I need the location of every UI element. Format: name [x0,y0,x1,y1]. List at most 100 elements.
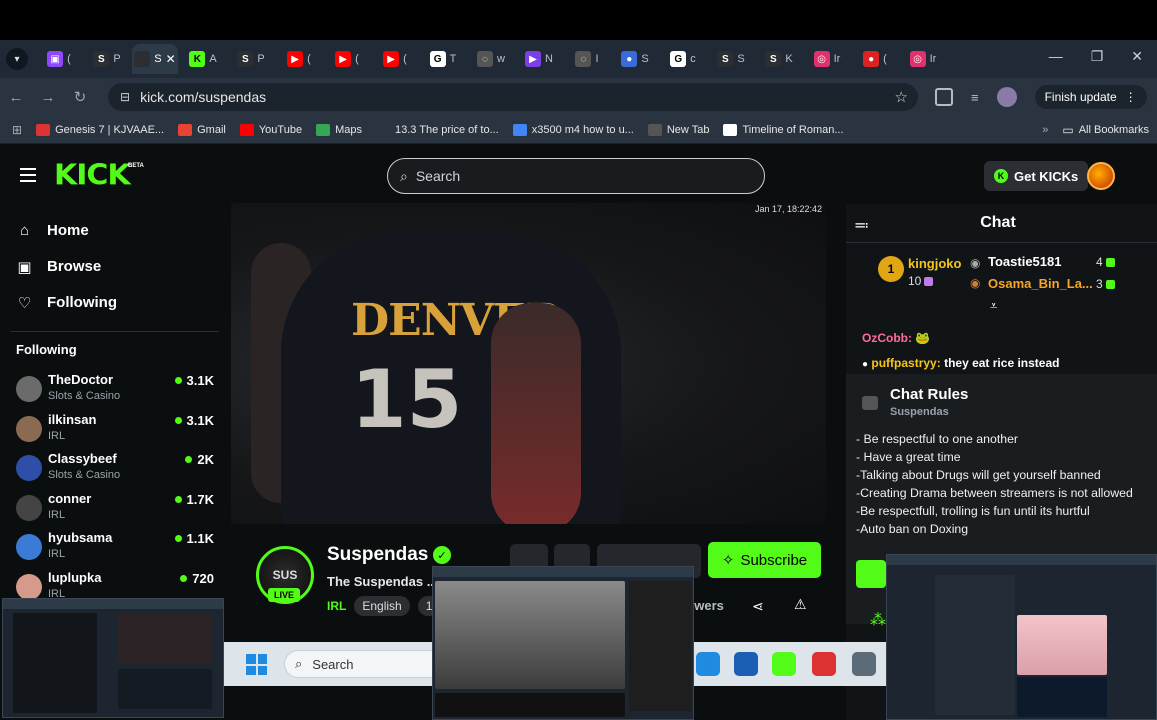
streamer-name[interactable]: Suspendas [327,544,428,566]
top-gifter-name[interactable]: kingjoko [908,256,961,271]
gift-icon [924,276,934,286]
sidebar-item-following[interactable]: ♡ Following [16,294,117,312]
followed-channel[interactable]: conner IRL 1.7K [16,491,216,527]
browser-tab[interactable]: ◌ w [468,44,514,74]
window-preview-1[interactable] [2,598,224,718]
browser-tab[interactable]: ●( [852,44,898,74]
bookmark-item[interactable]: Gmail [178,123,226,136]
browser-tab[interactable]: ◎ Ir [900,44,946,74]
get-kicks-button[interactable]: K Get KICKs [984,161,1089,191]
minimize-icon[interactable]: — [1049,48,1063,65]
bookmark-item[interactable]: New Tab [647,123,709,136]
more-bookmarks-icon[interactable]: » [1042,124,1048,136]
window-preview-3[interactable] [886,554,1157,720]
window-controls: — ❐ ✕ [1049,48,1143,65]
menu-dots-icon[interactable]: ⋮ [1125,90,1137,104]
bookmark-star-icon[interactable]: ☆ [895,88,908,106]
extensions-icon[interactable] [935,88,953,106]
tab-favicon-icon: ◌ [477,51,494,67]
agree-rules-button[interactable] [856,560,886,588]
bookmark-label: x3500 m4 how to u... [531,123,634,136]
tab-favicon-icon: ◎ [813,51,830,67]
browser-tab[interactable]: ◎ Ir [804,44,850,74]
taskbar-app-icon[interactable] [812,652,836,676]
gifter-3-name[interactable]: Osama_Bin_La... [988,276,1093,291]
video-player[interactable]: DENVER 15 Jan 17, 18:22:42 [231,203,826,524]
taskbar-app-icon[interactable] [696,652,720,676]
bookmark-item[interactable]: x3500 m4 how to u... [512,123,634,136]
browser-tab[interactable]: ▶( [324,44,370,74]
forward-icon[interactable]: → [32,89,64,106]
sidebar-item-label: Browse [47,258,102,275]
reload-icon[interactable]: ↻ [64,88,96,106]
video-timestamp: Jan 17, 18:22:42 [754,204,822,214]
share-icon[interactable]: ⋖ [752,598,764,615]
channel-name: ilkinsan [48,411,97,427]
emote-menu-icon[interactable]: ⁂ [870,610,886,630]
tab-title: K [785,53,793,65]
tab-favicon-icon: S [765,51,782,67]
tab-title: Ir [833,53,841,65]
bookmark-label: Maps [335,123,362,136]
channel-avatar [16,455,42,481]
chat-username[interactable]: OzCobb: [862,331,912,345]
site-info-icon[interactable]: ⊟ [120,90,130,104]
maximize-icon[interactable]: ❐ [1091,48,1104,65]
profile-icon[interactable] [996,87,1017,107]
address-bar[interactable]: ⊟ kick.com/suspendas ☆ [108,83,918,111]
taskbar-search[interactable]: ⌕ Search [284,650,444,678]
browser-tab[interactable]: ▶ N [516,44,562,74]
apps-grid-icon[interactable]: ⊞ [12,123,22,137]
window-preview-2[interactable] [432,566,694,720]
kick-logo[interactable]: KICK [54,159,131,192]
media-controls-icon[interactable]: ≡ [971,90,979,105]
report-warning-icon[interactable]: ⚠ [794,596,807,613]
tab-search-dropdown[interactable]: ▾ [6,48,28,70]
tab-close-icon[interactable]: ✕ [166,52,176,66]
subscribe-button[interactable]: ✧ Subscribe [708,542,821,578]
sidebar-item-browse[interactable]: ▣ Browse [16,258,102,276]
user-avatar[interactable] [1087,162,1115,190]
taskbar-app-icon[interactable] [852,652,876,676]
browser-tab[interactable]: S ✕ [132,44,178,74]
gifter-2-name[interactable]: Toastie5181 [988,254,1061,269]
tab-title: P [257,53,265,65]
tag-language[interactable]: English [354,596,410,616]
browser-tab[interactable]: ▣( [36,44,82,74]
close-window-icon[interactable]: ✕ [1131,48,1143,65]
browser-tab[interactable]: SP [228,44,274,74]
menu-hamburger-icon[interactable] [20,168,36,186]
bookmark-item[interactable]: 13.3 The price of to... [375,123,499,136]
back-icon[interactable]: ← [0,89,32,106]
browser-tab[interactable]: Gc [660,44,706,74]
browser-tab[interactable]: ● S [612,44,658,74]
browser-tab[interactable]: SS [708,44,754,74]
all-bookmarks-button[interactable]: ▭ All Bookmarks [1062,123,1149,137]
browser-tab[interactable]: SK [756,44,802,74]
taskbar-app-icon[interactable] [772,652,796,676]
expand-leaderboard-icon[interactable]: ⩡ [990,298,997,314]
sidebar-item-home[interactable]: ⌂ Home [16,222,89,239]
browser-tab[interactable]: SP [84,44,130,74]
tab-favicon-icon: ◌ [575,51,592,67]
bookmark-item[interactable]: Timeline of Roman... [723,123,844,136]
windows-start-icon[interactable] [246,654,267,675]
followed-channel[interactable]: TheDoctor Slots & Casino 3.1K [16,372,216,408]
followed-channel[interactable]: Classybeef Slots & Casino 2K [16,451,216,487]
following-heading: Following [16,342,77,357]
browser-tab[interactable]: ◌ I [564,44,610,74]
bookmark-item[interactable]: YouTube [239,123,302,136]
followed-channel[interactable]: ilkinsan IRL 3.1K [16,412,216,448]
browser-tab[interactable]: KA [180,44,226,74]
kick-search-input[interactable]: ⌕ Search [387,158,765,194]
finish-update-button[interactable]: Finish update ⋮ [1034,85,1147,109]
browser-tab[interactable]: GT [420,44,466,74]
followed-channel[interactable]: hyubsama IRL 1.1K [16,530,216,566]
browser-tab[interactable]: ▶( [276,44,322,74]
browser-tab[interactable]: ▶( [372,44,418,74]
chat-username[interactable]: puffpastryy: [871,356,940,370]
bookmark-item[interactable]: Maps [316,123,362,136]
category-link[interactable]: IRL [327,599,346,613]
taskbar-app-icon[interactable] [734,652,758,676]
bookmark-item[interactable]: Genesis 7 | KJVAAE... [36,123,164,136]
